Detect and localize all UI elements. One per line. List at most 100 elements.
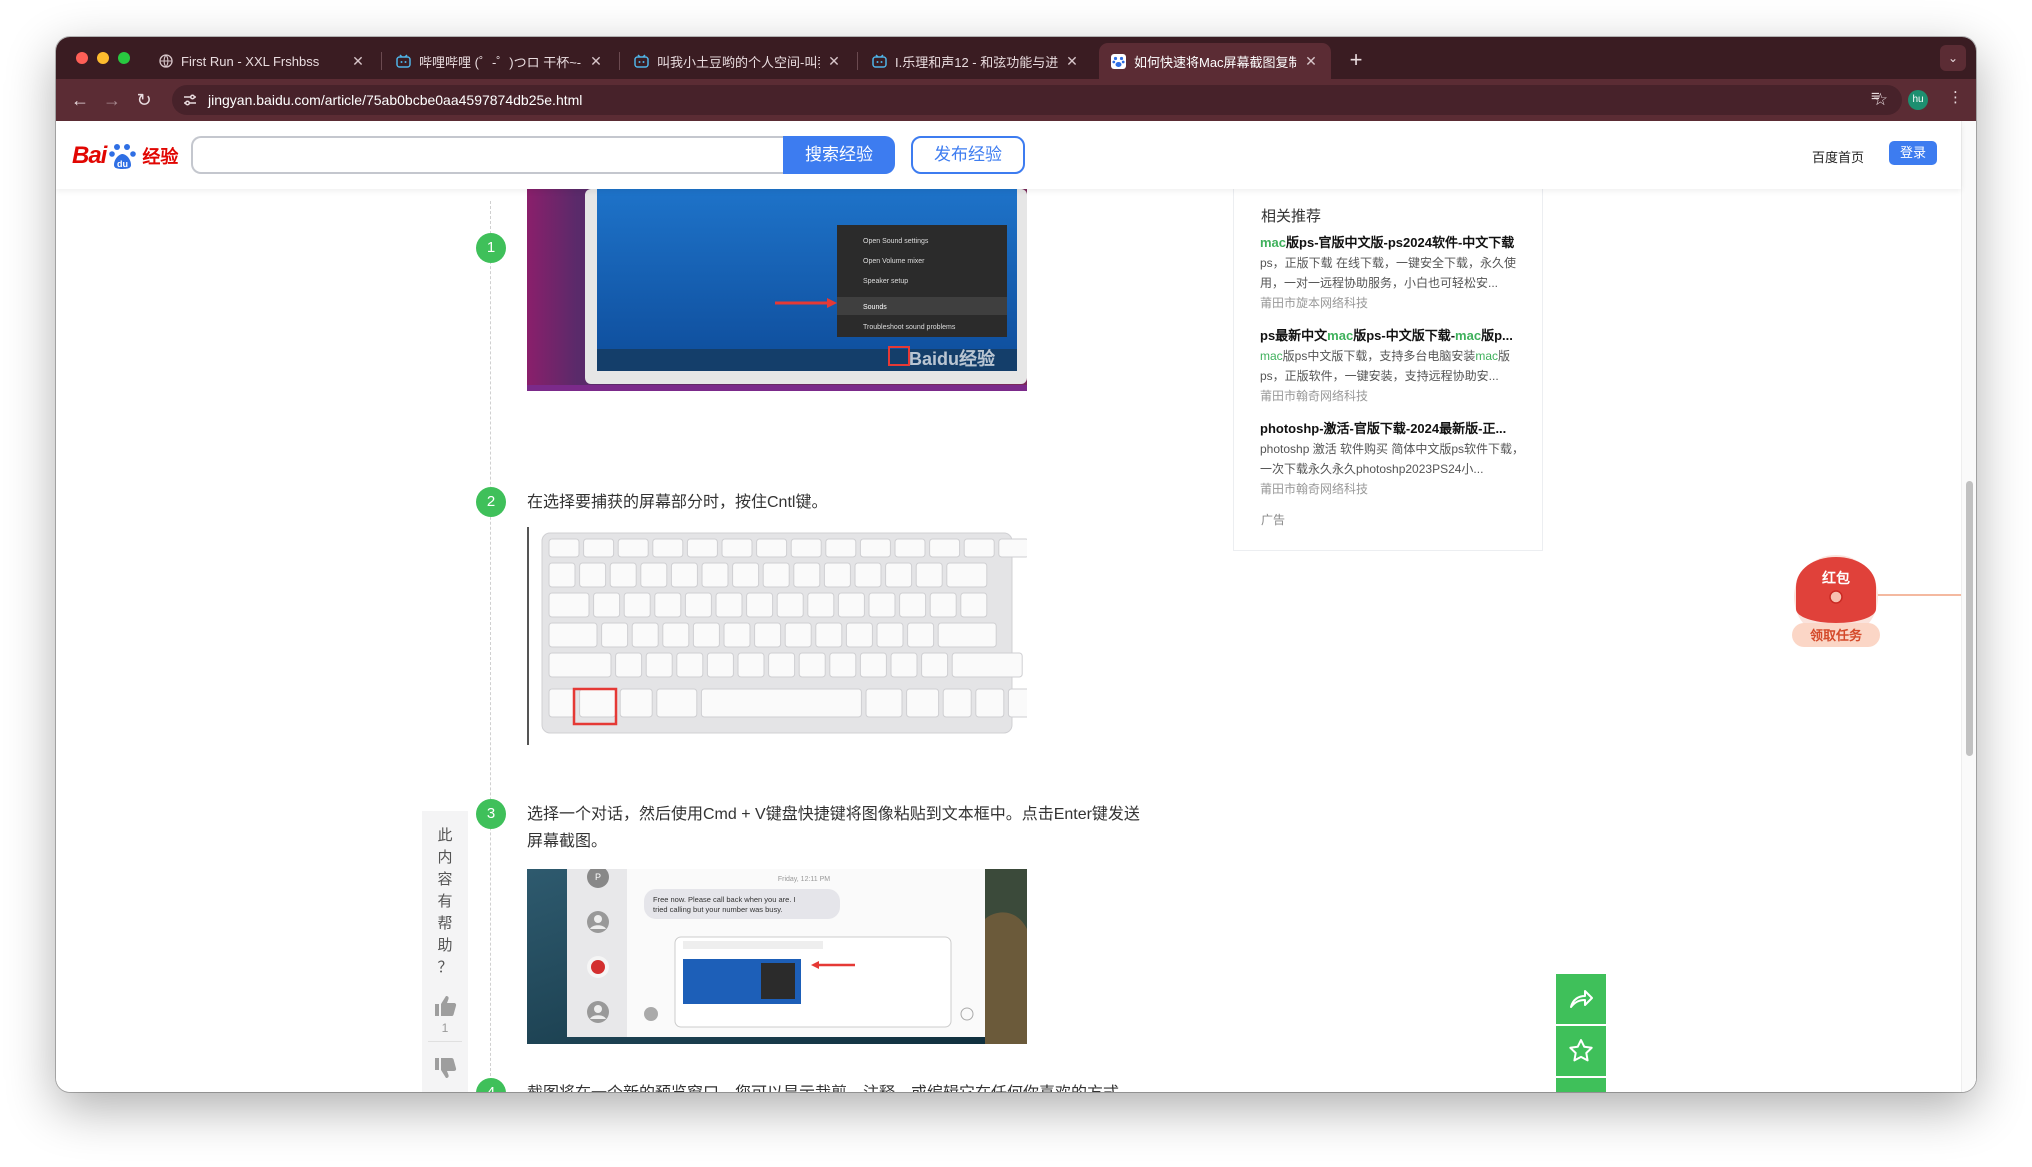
related-item[interactable]: photoshp-激活-官版下载-2024最新版-正... photoshp 激… (1260, 419, 1525, 499)
tab-bilibili[interactable]: 哔哩哔哩 (゜-゜)つロ 干杯~-bili ✕ (384, 43, 616, 79)
keyboard-key (601, 622, 629, 648)
keyboard-key (790, 538, 822, 558)
reading-list-icon[interactable]: ≡ (1871, 88, 1880, 105)
keyboard-key (899, 592, 927, 618)
globe-icon (158, 54, 173, 69)
close-tab-icon[interactable]: ✕ (588, 53, 604, 70)
baidu-home-link[interactable]: 百度首页 (1812, 147, 1864, 166)
tab-baidu-jingyan[interactable]: 如何快速将Mac屏幕截图复制到... ✕ (1099, 43, 1331, 79)
step3-screenshot[interactable]: P Friday, 12:11 PM Free now. Please call… (527, 869, 1027, 1044)
keyboard-key (656, 688, 698, 718)
menu-kebab-icon[interactable]: ⋮ (1948, 88, 1963, 106)
close-tab-icon[interactable]: ✕ (1064, 53, 1080, 70)
share-icon (1570, 990, 1593, 1008)
step2-keyboard-image[interactable] (527, 527, 1027, 745)
thumbs-down-icon[interactable] (433, 1056, 457, 1080)
tab-bilibili-space[interactable]: 叫我小土豆哟的个人空间-叫我小 ✕ (622, 43, 854, 79)
related-item-desc: photoshp 激活 软件购买 简体中文版ps软件下载，一次下载永久永久pho… (1260, 442, 1525, 476)
related-item[interactable]: mac版ps-官版中文版-ps2024软件-中文下载 ps，正版下载 在线下载，… (1260, 233, 1525, 313)
address-bar[interactable]: jingyan.baidu.com/article/75ab0bcbe0aa45… (172, 85, 1902, 115)
publish-experience-button[interactable]: 发布经验 (911, 136, 1025, 174)
page-scrollbar[interactable] (1961, 121, 1976, 1092)
keyboard-key (652, 538, 684, 558)
keyboard-key (746, 592, 774, 618)
keyboard-key (798, 652, 826, 678)
zoom-window-button[interactable] (118, 52, 130, 64)
site-header: Bai du 经验 搜索经验 发布经验 百度首页 登录 (56, 121, 1961, 189)
keyboard-key (894, 538, 926, 558)
keyboard-key (906, 688, 940, 718)
keyboard-key (845, 622, 873, 648)
related-item-title[interactable]: photoshp-激活-官版下载-2024最新版-正... (1260, 419, 1525, 439)
close-window-button[interactable] (76, 52, 88, 64)
tab-music-theory[interactable]: I.乐理和声12 - 和弦功能与进行 ✕ (860, 43, 1092, 79)
keyboard-key (583, 538, 615, 558)
keyboard-key (865, 688, 903, 718)
keyboard-key (692, 622, 720, 648)
step-text: 选择一个对话，然后使用Cmd + V键盘快捷键将图像粘贴到文本框中。点击Ente… (527, 801, 1140, 855)
related-item[interactable]: ps最新中文mac版ps-中文版下载-mac版p... mac版ps中文版下载，… (1260, 326, 1525, 406)
profile-avatar[interactable]: hu (1908, 90, 1928, 110)
bilibili-icon (872, 54, 887, 69)
close-tab-icon[interactable]: ✕ (1303, 53, 1319, 70)
search-button[interactable]: 搜索经验 (783, 136, 895, 174)
new-tab-button[interactable]: + (1341, 45, 1371, 75)
keyboard-key (951, 652, 1023, 678)
baidu-jingyan-logo[interactable]: Bai du 经验 (72, 138, 178, 174)
site-settings-icon[interactable] (182, 92, 198, 108)
keyboard-key (929, 592, 957, 618)
helpful-feedback: 此内容有帮助？ 1 (422, 811, 468, 1092)
favorite-button[interactable] (1556, 1026, 1606, 1076)
scrollbar-thumb[interactable] (1966, 481, 1973, 756)
keyboard-key (670, 562, 698, 588)
close-tab-icon[interactable]: ✕ (350, 53, 366, 70)
reload-button[interactable]: ↻ (132, 88, 156, 112)
keyboard-key (915, 562, 943, 588)
keyboard-key (942, 688, 972, 718)
minimize-window-button[interactable] (97, 52, 109, 64)
keyboard-key (548, 688, 576, 718)
step-text: 截图将在一个新的预览窗口，您可以显示裁剪，注释，或编辑它在任何你喜欢的方式。 (527, 1080, 1135, 1092)
keyboard-key (619, 688, 653, 718)
thumbs-up-icon[interactable] (433, 994, 457, 1018)
tab-title: 哔哩哔哩 (゜-゜)つロ 干杯~-bili (419, 54, 582, 70)
keyboard-key (946, 562, 988, 588)
keyboard-key (825, 538, 857, 558)
keyboard-key (907, 622, 935, 648)
keyboard-key (686, 538, 718, 558)
tab-title: 叫我小土豆哟的个人空间-叫我小 (657, 54, 820, 70)
keyboard-key (963, 538, 995, 558)
forward-button[interactable]: → (100, 88, 124, 112)
keyboard-key (700, 688, 862, 718)
keyboard-key (615, 652, 643, 678)
keyboard-key (721, 538, 753, 558)
step-number: 4 (476, 1078, 506, 1092)
back-button[interactable]: ← (68, 88, 92, 112)
keyboard-key (768, 652, 796, 678)
search-input[interactable] (191, 136, 783, 174)
back-to-top-button[interactable] (1556, 1078, 1606, 1092)
keyboard-key (754, 622, 782, 648)
tab-search-button[interactable]: ⌄ (1940, 45, 1966, 71)
step1-screenshot[interactable]: Open Sound settings Open Volume mixer Sp… (527, 189, 1027, 391)
related-item-desc: ps，正版下载 在线下载，一键安全下载，永久使用，一对一远程协助服务，小白也可轻… (1260, 256, 1517, 290)
keyboard-key (815, 622, 843, 648)
close-tab-icon[interactable]: ✕ (826, 53, 842, 70)
related-item-title[interactable]: mac版ps-官版中文版-ps2024软件-中文下载 (1260, 233, 1525, 253)
tab-first-run[interactable]: First Run - XXL Frshbss ✕ (146, 43, 378, 79)
share-button[interactable] (1556, 974, 1606, 1024)
keyboard-key (975, 688, 1005, 718)
related-heading: 相关推荐 (1261, 208, 1322, 225)
tab-bar: First Run - XXL Frshbss ✕ 哔哩哔哩 (゜-゜)つロ 干… (56, 37, 1976, 79)
related-item-title[interactable]: ps最新中文mac版ps-中文版下载-mac版p... (1260, 326, 1525, 346)
step-text-line: 屏幕截图。 (527, 833, 608, 850)
login-button[interactable]: 登录 (1889, 141, 1937, 165)
keyboard-key (762, 562, 790, 588)
keyboard-key (1007, 688, 1027, 718)
red-packet-widget[interactable]: 红包 领取任务 (1792, 555, 1970, 652)
keyboard-key (706, 652, 734, 678)
red-packet-task: 领取任务 (1810, 628, 1863, 643)
step-text: 在选择要捕获的屏幕部分时，按住Cntl键。 (527, 494, 828, 511)
related-recommendations: 相关推荐 mac版ps-官版中文版-ps2024软件-中文下载 ps，正版下载 … (1233, 189, 1543, 551)
keyboard-key (737, 652, 765, 678)
